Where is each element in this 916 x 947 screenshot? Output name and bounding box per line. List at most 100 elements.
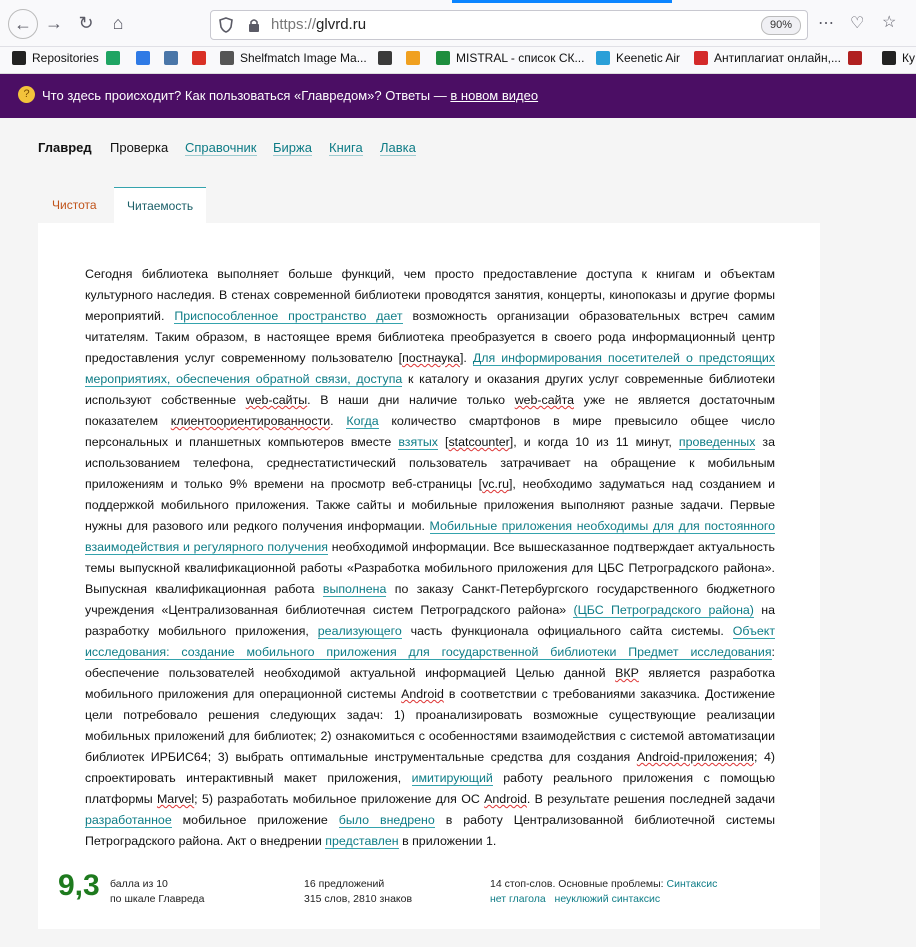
menu-dots-icon[interactable]: ⋯ — [818, 13, 834, 33]
globe-icon — [220, 51, 234, 65]
bookmark-item[interactable]: Ку — [882, 51, 915, 65]
score-caption-line1: балла из 10 — [110, 878, 168, 890]
bookmark-item[interactable] — [164, 51, 184, 65]
sheets-icon — [436, 51, 450, 65]
spellcheck-word: постнаука — [402, 351, 460, 365]
brand-logo[interactable]: Главред — [38, 140, 92, 155]
problems-summary: 14 стоп-слов. Основные проблемы: Синтакс… — [490, 877, 780, 907]
highlighted-phrase[interactable]: выполнена — [322, 582, 387, 597]
address-bar[interactable]: https://glvrd.ru 90% — [210, 10, 808, 40]
bookmark-item[interactable]: MISTRAL - список СК... — [436, 51, 584, 65]
app-icon — [406, 51, 420, 65]
text-run: ], и когда 10 из 11 минут, — [509, 435, 679, 449]
highlighted-phrase[interactable]: Когда — [346, 414, 379, 429]
tab-clean[interactable]: Чистота — [38, 187, 111, 223]
url-host: glvrd.ru — [316, 16, 367, 33]
nav-link-reference[interactable]: Справочник — [185, 140, 257, 156]
shield-icon[interactable] — [219, 17, 233, 33]
text-run: . В результате решения последней задачи — [526, 792, 776, 806]
nav-link-exchange[interactable]: Биржа — [273, 140, 312, 156]
banner-question: Что здесь происходит? Как пользоваться «… — [42, 88, 447, 103]
bookmark-item[interactable]: Repositories — [12, 51, 99, 65]
image-icon — [378, 51, 392, 65]
spellcheck-word: statcounter — [448, 435, 510, 449]
text-run: . В наши дни наличие только — [307, 393, 515, 407]
cloud-icon — [136, 51, 150, 65]
bookmark-item[interactable]: Антиплагиат онлайн,... — [694, 51, 841, 65]
sentence-count: 16 предложений — [304, 878, 385, 890]
bookmark-label: Ку — [902, 51, 915, 65]
highlighted-phrase[interactable]: имитирующий — [411, 771, 493, 786]
bookmark-item[interactable] — [406, 51, 426, 65]
url-protocol: https:// — [271, 16, 317, 33]
back-arrow-icon[interactable]: ← — [8, 9, 38, 39]
reload-icon[interactable]: ↻ — [74, 11, 98, 35]
text-run: мобильное приложение — [171, 813, 339, 827]
bookmark-item[interactable]: Keenetic Air — [596, 51, 680, 65]
lock-icon[interactable] — [247, 17, 261, 33]
bookmark-label: MISTRAL - список СК... — [456, 51, 585, 65]
nav-link-shop[interactable]: Лавка — [380, 140, 416, 156]
bookmark-star-icon[interactable]: ☆ — [882, 12, 896, 32]
spellcheck-word: ВКР — [615, 666, 639, 680]
highlighted-phrase[interactable]: взятых — [398, 435, 438, 450]
bookmark-item[interactable] — [378, 51, 398, 65]
word-count: 315 слов, 2810 знаков — [304, 893, 413, 905]
score-caption-line2: по шкале Главреда — [110, 893, 205, 905]
text-stats: 16 предложений 315 слов, 2810 знаков — [304, 877, 412, 907]
spellcheck-word: Android — [401, 687, 444, 701]
url-text[interactable]: https://glvrd.ru — [271, 16, 366, 33]
copyright-icon — [694, 51, 708, 65]
banner-video-link[interactable]: в новом видео — [450, 88, 538, 103]
tab-readability[interactable]: Читаемость — [114, 187, 207, 224]
nav-link-book[interactable]: Книга — [329, 140, 363, 156]
mode-tabs: Чистота Читаемость — [38, 187, 820, 224]
bookmarks-bar: Repositories Shelfmatch Image Ma... MISTRA… — [0, 47, 916, 74]
highlighted-phrase[interactable]: разработанное — [85, 813, 172, 828]
problem-clumsy-syntax[interactable]: неуклюжий синтаксис — [555, 893, 661, 905]
problem-syntax[interactable]: Синтаксис — [667, 878, 718, 890]
spellcheck-word: web-сайта — [514, 393, 574, 407]
pocket-icon[interactable]: ♡ — [850, 13, 864, 33]
forward-arrow-icon[interactable]: → — [42, 11, 66, 35]
bookmark-item[interactable] — [848, 51, 868, 65]
highlighted-phrase[interactable]: реализующего — [317, 624, 402, 639]
editor-card: Сегодня библиотека выполняет больше функ… — [38, 223, 820, 929]
browser-toolbar: ← → ↻ ⌂ https://glvrd.ru 90% ⋯ ♡ ☆ — [0, 0, 916, 47]
text-run: ; 5) разработать мобильное приложение дл… — [194, 792, 485, 806]
problem-no-verb[interactable]: нет глагола — [490, 893, 546, 905]
thinking-face-icon: ? — [18, 86, 35, 103]
nav-check: Проверка — [110, 140, 169, 155]
text-run: часть функционала официального сайта сис… — [401, 624, 733, 638]
gmail-icon — [192, 51, 206, 65]
bookmark-label: Repositories — [32, 51, 99, 65]
text-run: [ — [437, 435, 449, 449]
bookmark-item[interactable] — [136, 51, 156, 65]
active-tab-indicator — [452, 0, 672, 3]
router-icon — [596, 51, 610, 65]
spellcheck-word: Marvel — [156, 792, 195, 806]
home-icon[interactable]: ⌂ — [106, 11, 130, 35]
bookmark-item[interactable] — [106, 51, 126, 65]
zoom-level[interactable]: 90% — [761, 16, 801, 35]
bookmark-label: Антиплагиат онлайн,... — [714, 51, 841, 65]
spellcheck-word: vc.ru — [482, 477, 509, 491]
bookmark-label: Keenetic Air — [616, 51, 681, 65]
stopwords-count: 14 стоп-слов. Основные проблемы: — [490, 878, 664, 890]
highlighted-phrase[interactable]: Приспособленное пространство дает — [174, 309, 403, 324]
bookmark-label: Shelfmatch Image Ma... — [240, 51, 367, 65]
spellcheck-word: Android — [484, 792, 527, 806]
google-drive-icon — [106, 51, 120, 65]
bookmark-item[interactable]: Shelfmatch Image Ma... — [220, 51, 367, 65]
highlighted-phrase[interactable]: проведенных — [678, 435, 756, 450]
text-run: ]. — [459, 351, 473, 365]
text-run: в приложении 1. — [398, 834, 497, 848]
bookmark-item[interactable] — [192, 51, 212, 65]
highlighted-phrase[interactable]: представлен — [325, 834, 399, 849]
highlighted-phrase[interactable]: было внедрено — [338, 813, 435, 828]
vk-icon — [164, 51, 178, 65]
highlighted-phrase[interactable]: (ЦБС Петроградского района) — [573, 603, 754, 618]
spellcheck-word: клиентоориентированности — [170, 414, 331, 428]
info-banner: ? Что здесь происходит? Как пользоваться… — [0, 74, 916, 118]
article-text[interactable]: Сегодня библиотека выполняет больше функ… — [85, 264, 775, 852]
